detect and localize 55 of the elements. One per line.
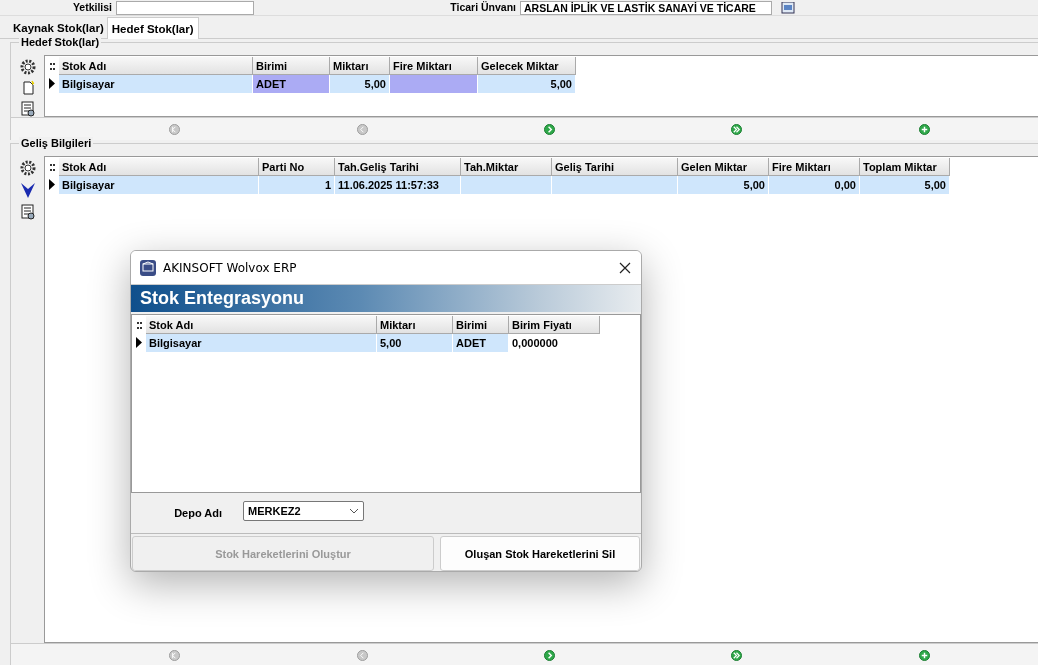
table-cell: ADET	[253, 75, 330, 93]
column-header[interactable]: Fire Miktarı	[390, 57, 478, 75]
app-logo-icon	[139, 258, 157, 277]
column-header[interactable]: Birimi	[253, 57, 330, 75]
group-title: Geliş Bilgileri	[19, 137, 94, 149]
arrow-icon[interactable]	[731, 649, 743, 661]
column-header[interactable]: Stok Adı	[146, 316, 377, 334]
tab[interactable]: Hedef Stok(lar)	[106, 17, 199, 39]
arrow-icon[interactable]	[731, 123, 743, 135]
table-cell: 0,00	[769, 176, 860, 194]
column-header[interactable]: Fire Miktarı	[769, 158, 860, 176]
table-cell: Bilgisayar	[59, 75, 253, 93]
close-icon[interactable]	[619, 261, 631, 274]
dropdown-field[interactable]: MERKEZ2	[243, 501, 364, 521]
column-header[interactable]: Birimi	[453, 316, 509, 334]
column-header[interactable]: Toplam Miktar	[860, 158, 950, 176]
column-header[interactable]: Birim Fiyatı	[509, 316, 600, 334]
field-label: Yetkilisi	[71, 1, 113, 14]
gear-icon[interactable]	[19, 59, 36, 75]
table-cell: 5,00	[678, 176, 769, 194]
table-cell: 5,00	[860, 176, 950, 194]
down-arrow-icon[interactable]	[19, 181, 36, 199]
column-header[interactable]: Tah.Geliş Tarihi	[335, 158, 461, 176]
tab[interactable]: Kaynak Stok(lar)	[10, 18, 107, 38]
input-field[interactable]: ARSLAN İPLİK VE LASTİK SANAYİ VE TİCARE	[520, 0, 772, 15]
field-label: Ticari Ünvanı	[449, 1, 517, 14]
add-icon[interactable]	[918, 123, 930, 135]
table-cell: 11.06.2025 11:57:33	[335, 176, 461, 194]
report-icon[interactable]	[19, 204, 36, 220]
table-cell: Bilgisayar	[146, 334, 377, 352]
gear-icon[interactable]	[19, 160, 36, 176]
dialog-banner: Stok Entegrasyonu	[131, 284, 641, 312]
table-cell: 5,00	[478, 75, 576, 93]
table-cell: 5,00	[377, 334, 453, 352]
column-header[interactable]: Miktarı	[330, 57, 390, 75]
column-header[interactable]: Gelecek Miktar	[478, 57, 576, 75]
column-header[interactable]: Tah.Miktar	[461, 158, 552, 176]
add-icon[interactable]	[918, 649, 930, 661]
table-cell: Bilgisayar	[59, 176, 259, 194]
input-field[interactable]	[116, 0, 254, 15]
group-title: Hedef Stok(lar)	[19, 36, 102, 48]
column-header[interactable]: Stok Adı	[59, 158, 259, 176]
action-button[interactable]: Oluşan Stok Hareketlerini Sil	[440, 536, 640, 571]
table-cell: ADET	[453, 334, 509, 352]
report-icon[interactable]	[19, 101, 36, 117]
chevron-down-icon	[349, 508, 359, 514]
column-header[interactable]: Geliş Tarihi	[552, 158, 678, 176]
window-title: AKINSOFT Wolvox ERP	[163, 260, 297, 275]
column-header[interactable]: Miktarı	[377, 316, 453, 334]
column-header[interactable]: Stok Adı	[59, 57, 253, 75]
field-label: Depo Adı	[173, 507, 222, 519]
table-cell: 5,00	[330, 75, 390, 93]
table-cell: 1	[259, 176, 335, 194]
column-header[interactable]: Gelen Miktar	[678, 158, 769, 176]
column-header[interactable]: Parti No	[259, 158, 335, 176]
